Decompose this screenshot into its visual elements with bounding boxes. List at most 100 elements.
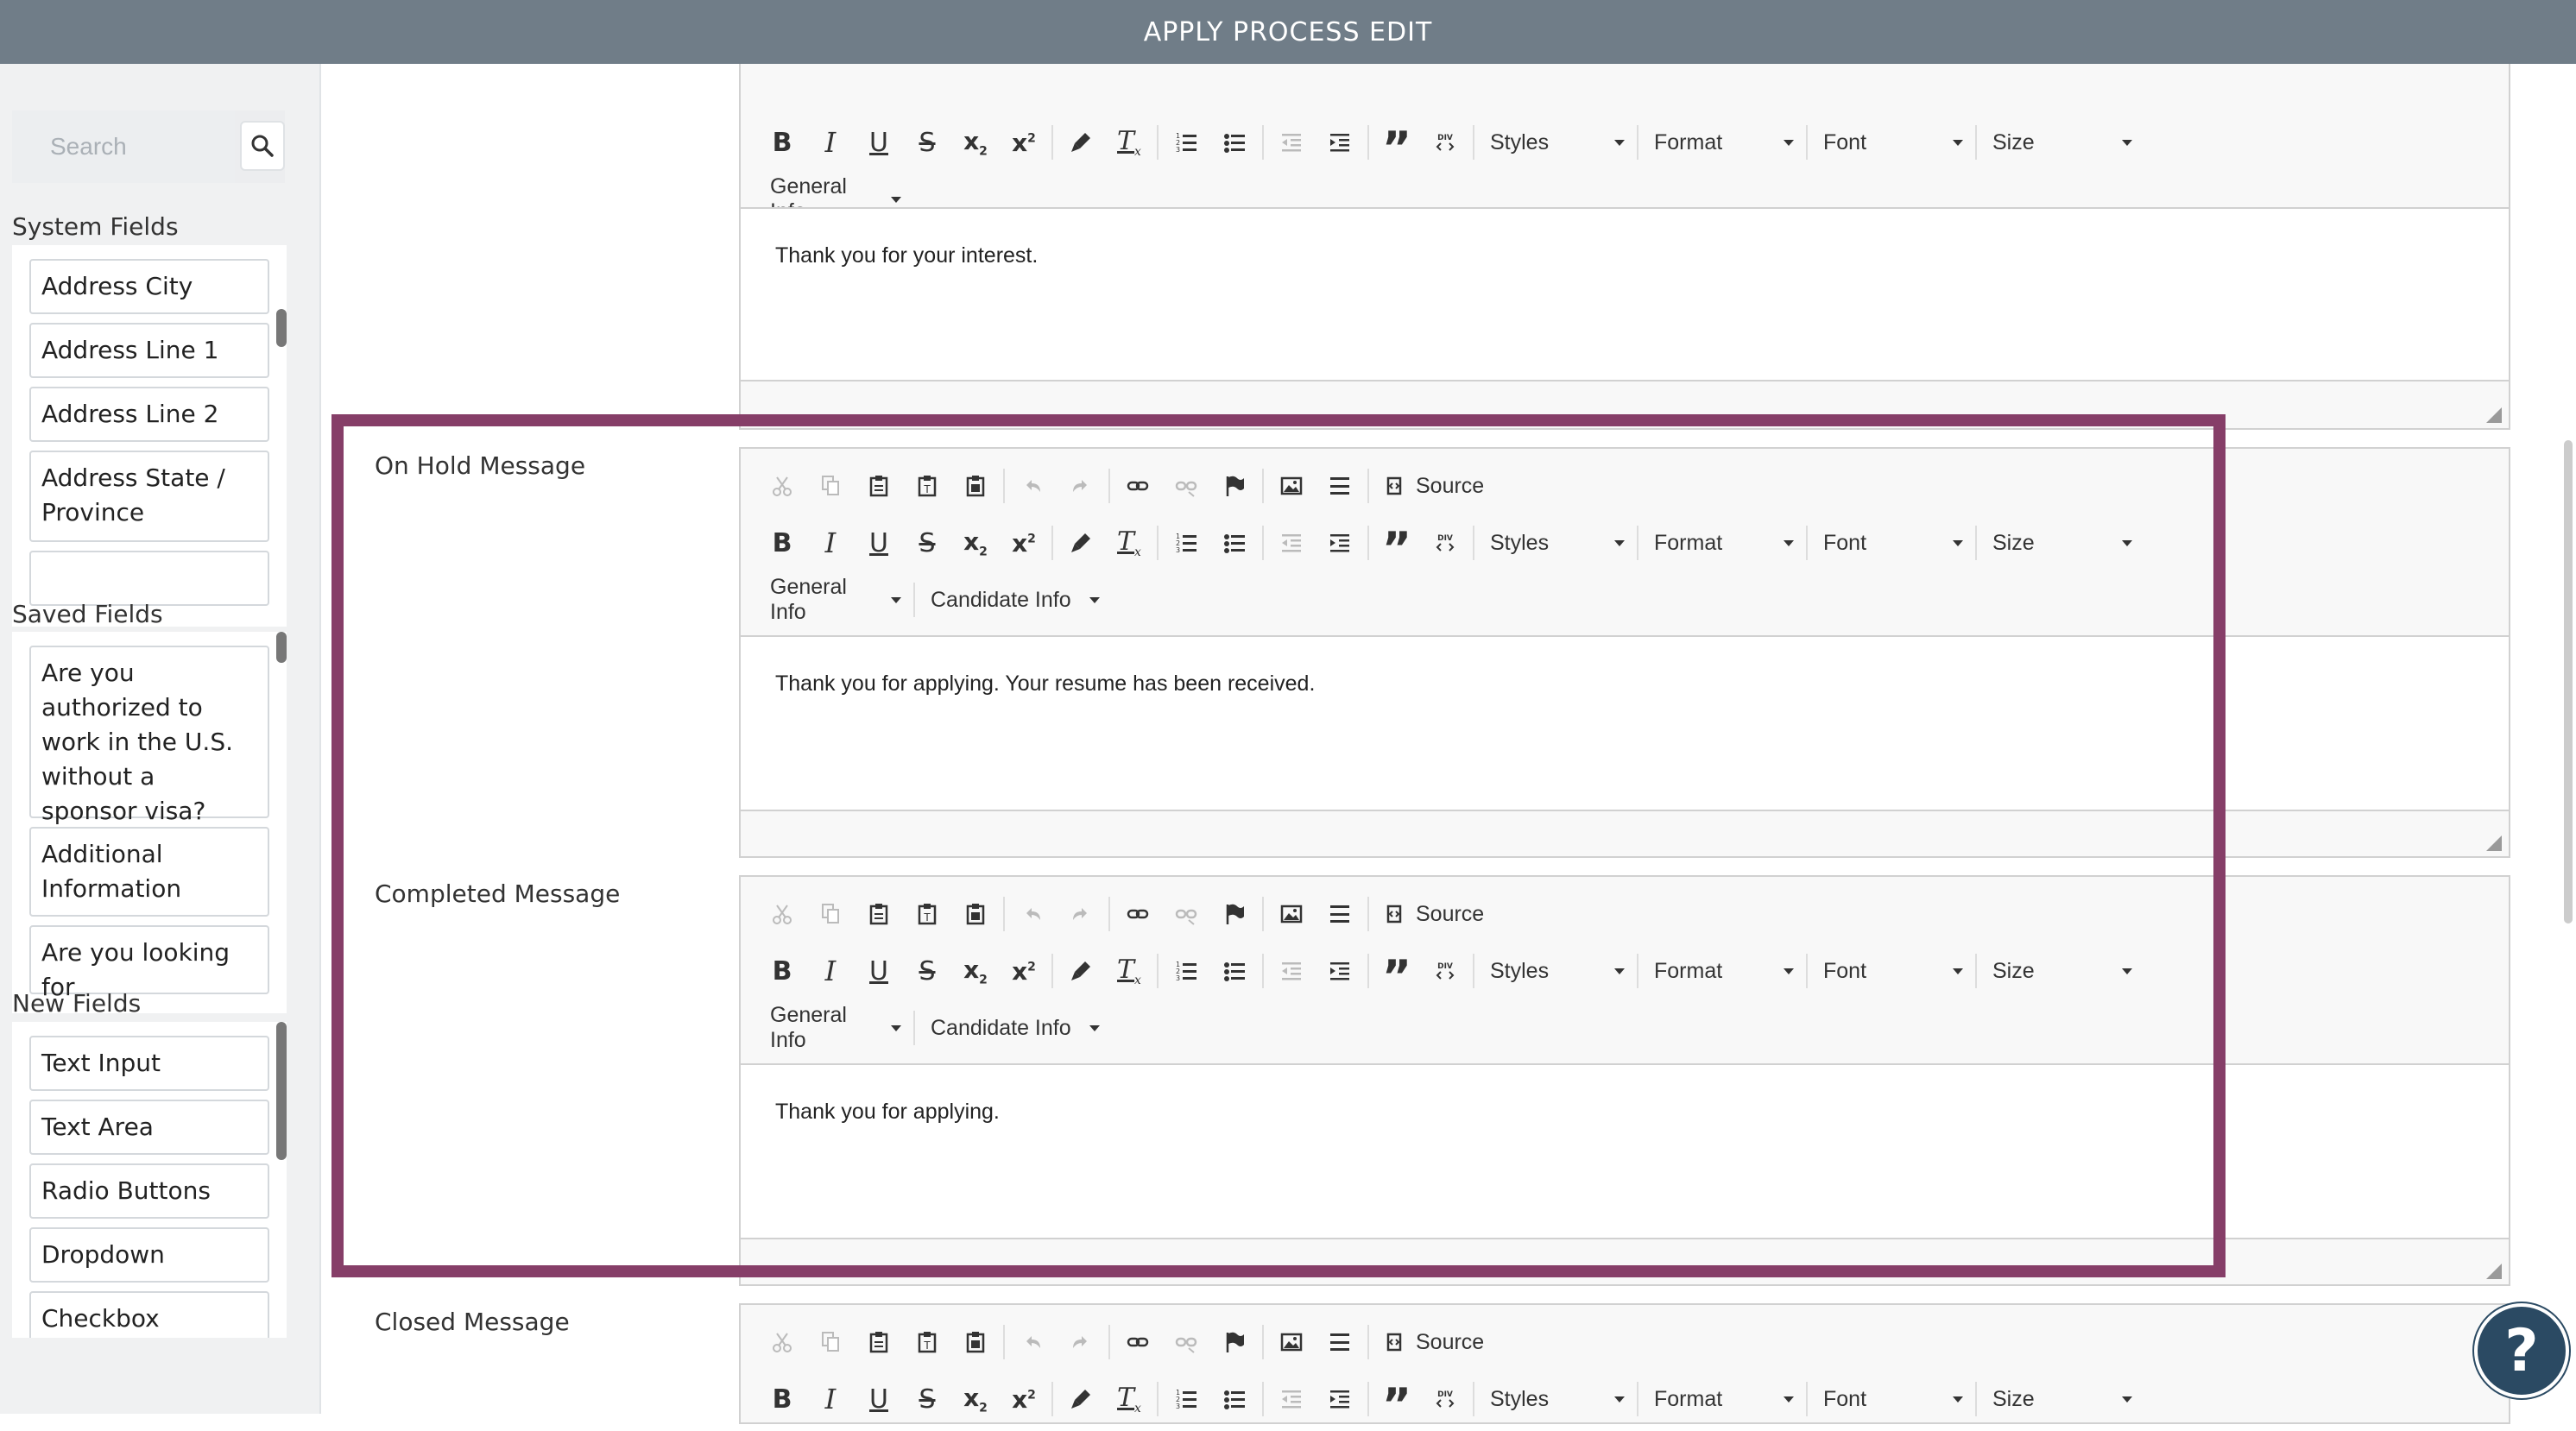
candidate-info-dropdown[interactable]: Candidate Info [919, 576, 1108, 624]
underline-button[interactable]: U [855, 1375, 903, 1423]
indent-button[interactable] [1316, 1375, 1364, 1423]
image-button[interactable] [1267, 890, 1316, 938]
underline-button[interactable]: U [855, 947, 903, 995]
font-dropdown[interactable]: Font [1811, 118, 1972, 167]
field-item[interactable]: Additional Information [29, 827, 269, 917]
strikethrough-button[interactable]: S [903, 1375, 951, 1423]
paste-word-button[interactable] [951, 890, 1000, 938]
blockquote-button[interactable]: ” [1373, 1375, 1421, 1428]
field-item[interactable]: Are you looking for [29, 925, 269, 1001]
outdent-button[interactable] [1267, 519, 1316, 567]
paste-button[interactable] [855, 1318, 903, 1366]
strikethrough-button[interactable]: S [903, 947, 951, 995]
search-button[interactable] [240, 121, 285, 171]
format-dropdown[interactable]: Format [1642, 519, 1803, 567]
search-input[interactable] [12, 110, 235, 183]
bold-button[interactable]: B [758, 1375, 806, 1423]
paste-text-button[interactable]: T [903, 1318, 951, 1366]
div-container-button[interactable]: DIV [1421, 947, 1469, 995]
horizontal-line-button[interactable] [1316, 462, 1364, 510]
undo-button[interactable] [1008, 890, 1057, 938]
underline-button[interactable]: U [855, 118, 903, 167]
link-button[interactable] [1114, 462, 1162, 510]
strikethrough-button[interactable]: S [903, 519, 951, 567]
cut-button[interactable] [758, 462, 806, 510]
bold-button[interactable]: B [758, 947, 806, 995]
div-container-button[interactable]: DIV [1421, 519, 1469, 567]
undo-button[interactable] [1008, 462, 1057, 510]
anchor-flag-button[interactable] [1210, 1318, 1259, 1366]
bold-button[interactable]: B [758, 118, 806, 167]
superscript-button[interactable]: x2 [1000, 519, 1048, 567]
paste-button[interactable] [855, 462, 903, 510]
font-dropdown[interactable]: Font [1811, 519, 1972, 567]
subscript-button[interactable]: x2 [951, 118, 1000, 167]
remove-format-button[interactable]: Tx [1105, 118, 1153, 167]
remove-format-button[interactable]: Tx [1105, 519, 1153, 567]
general-info-dropdown[interactable]: General Info [758, 1003, 910, 1052]
bulleted-list-button[interactable] [1210, 118, 1259, 167]
field-item[interactable]: Address Line 2 [29, 387, 269, 442]
numbered-list-button[interactable]: 123 [1162, 947, 1210, 995]
font-dropdown[interactable]: Font [1811, 947, 1972, 995]
field-item[interactable]: Address State / Province [29, 451, 269, 542]
editor-content[interactable]: Thank you for your interest. [741, 207, 2509, 381]
editor-content[interactable]: Thank you for applying. [741, 1063, 2509, 1239]
remove-format-button[interactable]: Tx [1105, 947, 1153, 995]
format-dropdown[interactable]: Format [1642, 1375, 1803, 1423]
system-fields-scrollbar[interactable] [276, 309, 287, 347]
subscript-button[interactable]: x2 [951, 519, 1000, 567]
size-dropdown[interactable]: Size [1980, 118, 2141, 167]
new-fields-scrollbar[interactable] [276, 1022, 287, 1160]
outdent-button[interactable] [1267, 947, 1316, 995]
field-item[interactable]: Radio Buttons [29, 1163, 269, 1219]
unlink-button[interactable] [1162, 462, 1210, 510]
blockquote-button[interactable]: ” [1373, 947, 1421, 999]
copy-format-button[interactable] [1057, 947, 1105, 995]
italic-button[interactable]: I [806, 118, 855, 167]
bulleted-list-button[interactable] [1210, 519, 1259, 567]
editor-content[interactable]: Thank you for applying. Your resume has … [741, 635, 2509, 811]
paste-word-button[interactable] [951, 462, 1000, 510]
field-item[interactable]: Checkbox [29, 1291, 269, 1338]
format-dropdown[interactable]: Format [1642, 947, 1803, 995]
source-button[interactable]: Source [1373, 901, 1493, 927]
size-dropdown[interactable]: Size [1980, 947, 2141, 995]
source-button[interactable]: Source [1373, 1329, 1493, 1355]
italic-button[interactable]: I [806, 519, 855, 567]
resize-handle[interactable] [2486, 835, 2502, 851]
styles-dropdown[interactable]: Styles [1478, 947, 1633, 995]
saved-fields-scrollbar[interactable] [276, 632, 287, 663]
cut-button[interactable] [758, 1318, 806, 1366]
image-button[interactable] [1267, 462, 1316, 510]
div-container-button[interactable]: DIV [1421, 118, 1469, 167]
source-button[interactable]: Source [1373, 473, 1493, 499]
horizontal-line-button[interactable] [1316, 1318, 1364, 1366]
copy-button[interactable] [806, 890, 855, 938]
field-item[interactable]: Text Input [29, 1036, 269, 1091]
copy-format-button[interactable] [1057, 1375, 1105, 1423]
superscript-button[interactable]: x2 [1000, 118, 1048, 167]
cut-button[interactable] [758, 890, 806, 938]
paste-word-button[interactable] [951, 1318, 1000, 1366]
resize-handle[interactable] [2486, 1264, 2502, 1279]
paste-text-button[interactable]: T [903, 462, 951, 510]
bold-button[interactable]: B [758, 519, 806, 567]
outdent-button[interactable] [1267, 1375, 1316, 1423]
indent-button[interactable] [1316, 519, 1364, 567]
blockquote-button[interactable]: ” [1373, 519, 1421, 571]
unlink-button[interactable] [1162, 1318, 1210, 1366]
remove-format-button[interactable]: Tx [1105, 1375, 1153, 1423]
paste-text-button[interactable]: T [903, 890, 951, 938]
link-button[interactable] [1114, 1318, 1162, 1366]
bulleted-list-button[interactable] [1210, 947, 1259, 995]
size-dropdown[interactable]: Size [1980, 1375, 2141, 1423]
underline-button[interactable]: U [855, 519, 903, 567]
indent-button[interactable] [1316, 118, 1364, 167]
anchor-flag-button[interactable] [1210, 890, 1259, 938]
field-item[interactable]: Text Area [29, 1100, 269, 1155]
resize-handle[interactable] [2486, 407, 2502, 423]
general-info-dropdown[interactable]: General Info [758, 575, 910, 624]
numbered-list-button[interactable]: 123 [1162, 519, 1210, 567]
redo-button[interactable] [1057, 462, 1105, 510]
